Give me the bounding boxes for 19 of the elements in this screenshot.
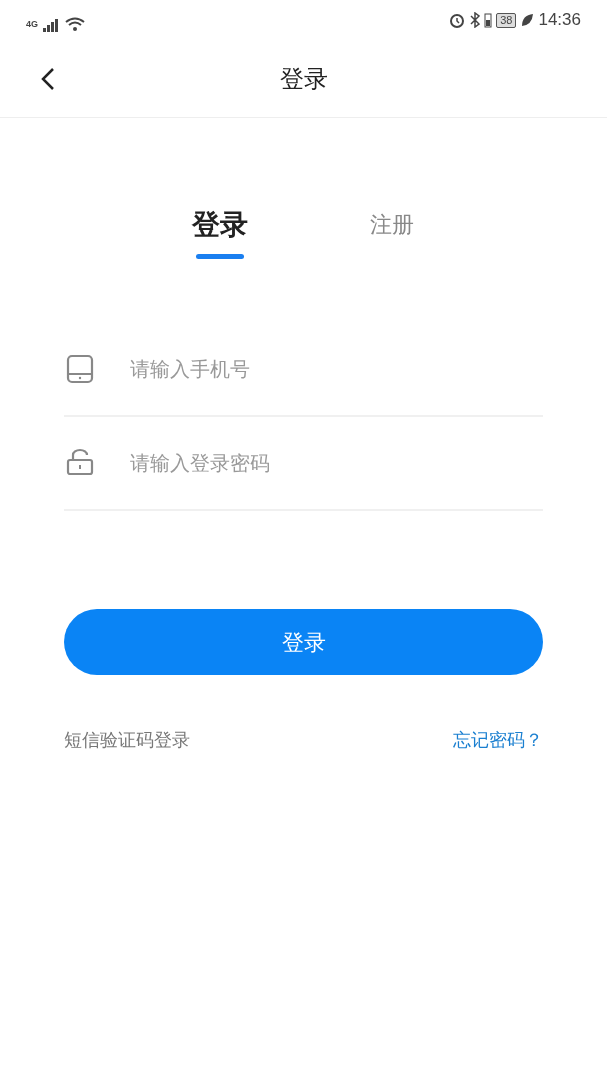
signal-icon [42, 17, 60, 32]
input-field[interactable]: 请输入手机号 [130, 354, 543, 384]
input-field[interactable]: 请输入登录密码 [130, 448, 543, 478]
battery-level: 38 [496, 12, 517, 28]
sms-login-link[interactable]: 短信验证码登录 [64, 727, 190, 754]
tab[interactable]: 登录 [191, 204, 248, 259]
login-button[interactable]: 登录 [64, 609, 543, 675]
phone-icon [66, 354, 94, 384]
tab[interactable]: 注册 [367, 204, 416, 259]
bluetooth-icon [470, 12, 481, 28]
network-label: 4G [26, 18, 38, 32]
leaf-icon [520, 13, 535, 27]
alarm-icon [448, 11, 467, 29]
page-title: 登录 [279, 63, 328, 94]
battery-small-icon [484, 12, 493, 28]
clock-time: 14:36 [538, 9, 581, 32]
lock-icon [66, 448, 94, 478]
wifi-icon [64, 15, 86, 32]
forgot-password-link[interactable]: 忘记密码？ [453, 727, 543, 754]
